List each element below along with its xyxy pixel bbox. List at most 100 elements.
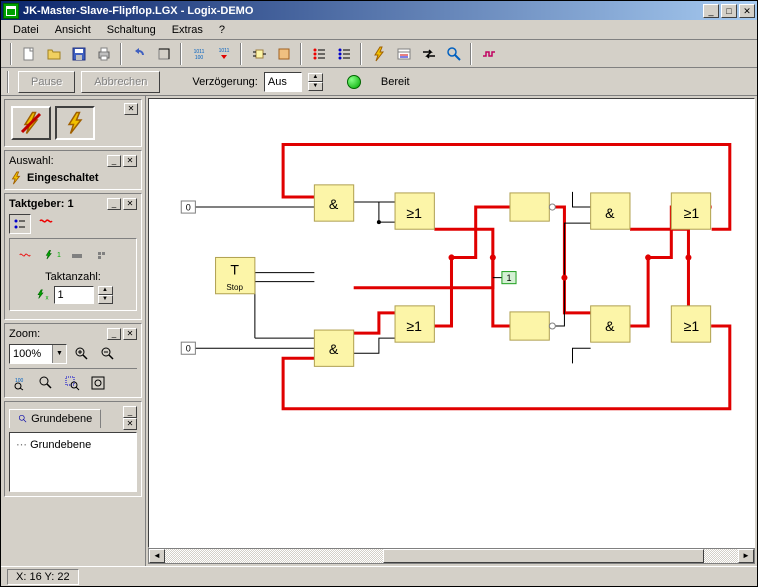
h-scrollbar[interactable]: ◄ ► — [148, 548, 755, 564]
cancel-button[interactable]: Abbrechen — [81, 71, 160, 93]
swap-button[interactable] — [417, 43, 440, 65]
power-off-button[interactable] — [11, 106, 51, 140]
svg-text:&: & — [605, 205, 615, 221]
delay-label: Verzögerung: — [192, 76, 257, 88]
or-gate-3[interactable]: ≥1 — [671, 193, 710, 229]
zoom-fit-button[interactable] — [35, 373, 57, 393]
zoom-input[interactable] — [10, 348, 52, 360]
clock-count-input[interactable] — [54, 286, 94, 304]
menu-extras[interactable]: Extras — [164, 22, 211, 38]
svg-text:&: & — [605, 318, 615, 334]
zoom-min[interactable]: _ — [107, 328, 121, 340]
selection-state: Eingeschaltet — [27, 172, 99, 184]
menu-file[interactable]: Datei — [5, 22, 47, 38]
cnt-down[interactable]: ▼ — [98, 295, 113, 304]
list-blue-button[interactable] — [332, 43, 355, 65]
and-gate-4[interactable]: & — [591, 306, 630, 342]
clk-min[interactable]: _ — [107, 198, 121, 210]
zoom-sel-button[interactable] — [61, 373, 83, 393]
bolt-button[interactable] — [367, 43, 390, 65]
and-gate-2[interactable]: & — [314, 330, 353, 366]
form-button[interactable] — [392, 43, 415, 65]
block-tool-button[interactable] — [272, 43, 295, 65]
undo-button[interactable] — [127, 43, 150, 65]
sel-min[interactable]: _ — [107, 155, 121, 167]
t-clock-gate[interactable]: T Stop — [216, 257, 255, 293]
lay-min[interactable]: _ — [123, 406, 137, 418]
clk-wave-2[interactable]: 1 — [40, 245, 62, 265]
main-toolbar: 1011100 1011 — [1, 40, 757, 68]
maximize-button[interactable]: □ — [721, 4, 737, 18]
and-gate-3[interactable]: & — [591, 193, 630, 229]
application-window: JK-Master-Slave-Flipflop.LGX - Logix-DEM… — [0, 0, 758, 587]
clk-wave-3[interactable] — [66, 245, 88, 265]
open-file-button[interactable] — [42, 43, 65, 65]
clk-wave-4[interactable] — [92, 245, 114, 265]
zoom-button[interactable] — [442, 43, 465, 65]
or-gate-1[interactable]: ≥1 — [395, 193, 434, 229]
gate-tool-button[interactable] — [247, 43, 270, 65]
svg-text:1: 1 — [506, 273, 511, 283]
input-k-port[interactable]: 0 — [181, 342, 195, 354]
delay-down[interactable]: ▼ — [308, 82, 323, 91]
zoom-close[interactable]: ✕ — [123, 328, 137, 340]
svg-text:0: 0 — [186, 202, 191, 212]
svg-text:T: T — [230, 261, 239, 277]
canvas-area: 0 0 1 T Stop & & ≥1 ≥1 & & ≥1 — [146, 96, 757, 566]
layer-item[interactable]: ⋯ Grundebene — [14, 437, 132, 452]
delay-spinner[interactable]: ▲ ▼ — [308, 73, 323, 91]
zoom-combo[interactable]: ▼ — [9, 344, 67, 364]
zoom-in-button[interactable] — [71, 344, 93, 364]
zoom-out-button[interactable] — [97, 344, 119, 364]
or-gate-4[interactable]: ≥1 — [671, 306, 710, 342]
signal-button[interactable] — [477, 43, 500, 65]
mid-port: 1 — [502, 272, 516, 284]
layers-tree[interactable]: ⋯ Grundebene — [9, 432, 137, 492]
or-gate-2[interactable]: ≥1 — [395, 306, 434, 342]
clk-list-blue[interactable] — [9, 214, 31, 234]
clk-wave-red[interactable] — [35, 214, 57, 234]
sel-close[interactable]: ✕ — [123, 155, 137, 167]
left-panel: ✕ Auswahl: _✕ Eingeschaltet Taktge — [1, 96, 146, 566]
and-gate-1[interactable]: & — [314, 185, 353, 221]
menu-circuit[interactable]: Schaltung — [99, 22, 164, 38]
save-button[interactable] — [67, 43, 90, 65]
delay-up[interactable]: ▲ — [308, 73, 323, 82]
cnt-up[interactable]: ▲ — [98, 286, 113, 295]
minimize-button[interactable]: _ — [703, 4, 719, 18]
lay-close[interactable]: ✕ — [123, 418, 137, 430]
svg-text:≥1: ≥1 — [684, 318, 700, 334]
power-on-button[interactable] — [55, 106, 95, 140]
clk-wave-1[interactable] — [14, 245, 36, 265]
menu-help[interactable]: ? — [211, 22, 233, 38]
bin-down-button[interactable]: 1011 — [212, 43, 235, 65]
redo-button[interactable] — [152, 43, 175, 65]
scroll-right[interactable]: ► — [738, 549, 754, 563]
not-gate-2[interactable] — [510, 312, 555, 340]
close-button[interactable]: ✕ — [739, 4, 755, 18]
bin-101-button[interactable]: 1011100 — [187, 43, 210, 65]
new-file-button[interactable] — [17, 43, 40, 65]
zoom-100-button[interactable]: 100 — [9, 373, 31, 393]
delay-input[interactable] — [265, 76, 301, 88]
print-button[interactable] — [92, 43, 115, 65]
panel-close-1[interactable]: ✕ — [124, 103, 138, 115]
svg-text:&: & — [329, 341, 339, 357]
zoom-page-button[interactable] — [87, 373, 109, 393]
scroll-left[interactable]: ◄ — [149, 549, 165, 563]
input-j-port[interactable]: 0 — [181, 201, 195, 213]
pause-button[interactable]: Pause — [18, 71, 75, 93]
scroll-thumb[interactable] — [383, 549, 704, 563]
layers-tab[interactable]: Grundebene — [9, 409, 101, 428]
coord-readout: X: 16 Y: 22 — [7, 569, 79, 585]
list-red-button[interactable] — [307, 43, 330, 65]
clk-close[interactable]: ✕ — [123, 198, 137, 210]
svg-text:≥1: ≥1 — [684, 205, 700, 221]
selection-header: Auswahl: — [9, 155, 54, 167]
zoom-dropdown[interactable]: ▼ — [52, 345, 66, 363]
svg-text:&: & — [329, 196, 339, 212]
circuit-canvas[interactable]: 0 0 1 T Stop & & ≥1 ≥1 & & ≥1 — [148, 98, 755, 548]
delay-combo[interactable] — [264, 72, 302, 92]
not-gate[interactable] — [510, 193, 555, 221]
menu-view[interactable]: Ansicht — [47, 22, 99, 38]
